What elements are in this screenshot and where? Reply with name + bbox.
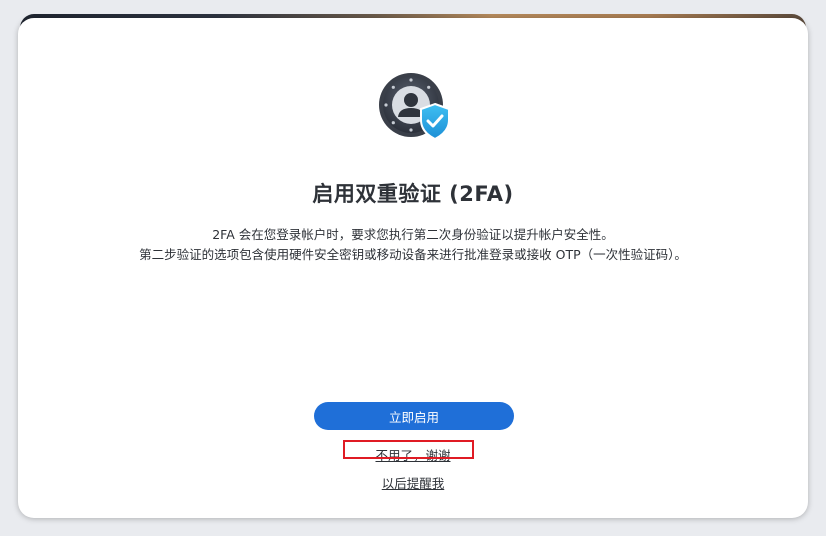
remind-later-link[interactable]: 以后提醒我 <box>18 473 808 492</box>
description-line-1: 2FA 会在您登录帐户时，要求您执行第二次身份验证以提升帐户安全性。 <box>212 227 614 242</box>
no-thanks-link[interactable]: 不用了，谢谢 <box>18 445 808 464</box>
enable-2fa-dialog: 启用双重验证 (2FA) 2FA 会在您登录帐户时，要求您执行第二次身份验证以提… <box>18 18 808 518</box>
description-line-2: 第二步验证的选项包含使用硬件安全密钥或移动设备来进行批准登录或接收 OTP（一次… <box>139 247 687 262</box>
enable-now-button[interactable]: 立即启用 <box>314 402 514 430</box>
dialog-title: 启用双重验证 (2FA) <box>312 182 514 206</box>
shield-user-2fa-icon <box>378 72 454 144</box>
